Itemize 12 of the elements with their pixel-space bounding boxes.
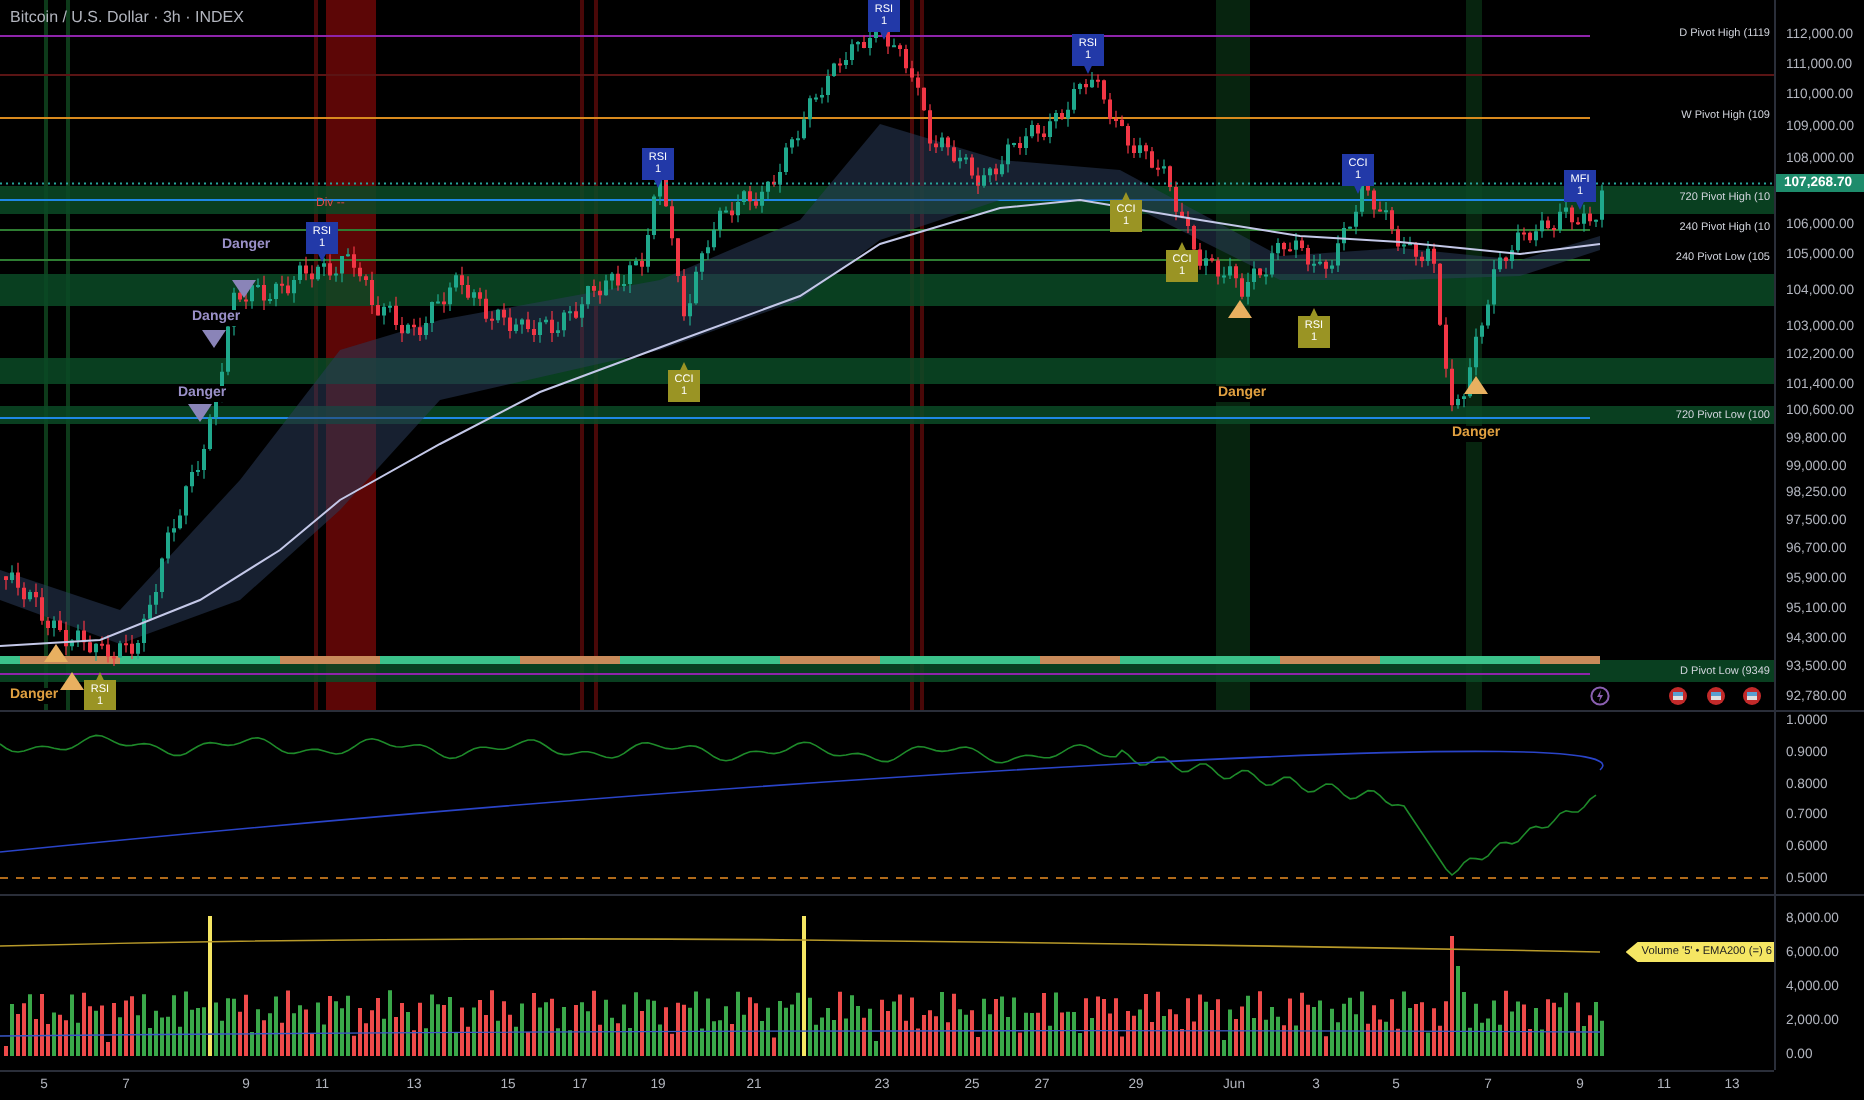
- flag-icon[interactable]: [1706, 686, 1726, 706]
- lightning-icon[interactable]: [1590, 686, 1610, 706]
- up-triangle-icon: [60, 672, 84, 690]
- down-triangle-icon: [232, 280, 256, 298]
- flag-icon[interactable]: [1742, 686, 1762, 706]
- up-triangle-icon: [1464, 376, 1488, 394]
- up-triangle-icon: [1228, 300, 1252, 318]
- flag-icon[interactable]: [1668, 686, 1688, 706]
- down-triangle-icon: [188, 404, 212, 422]
- down-triangle-icon: [202, 330, 226, 348]
- chart-title: Bitcoin / U.S. Dollar · 3h · INDEX: [10, 8, 244, 26]
- up-triangle-icon: [44, 644, 68, 662]
